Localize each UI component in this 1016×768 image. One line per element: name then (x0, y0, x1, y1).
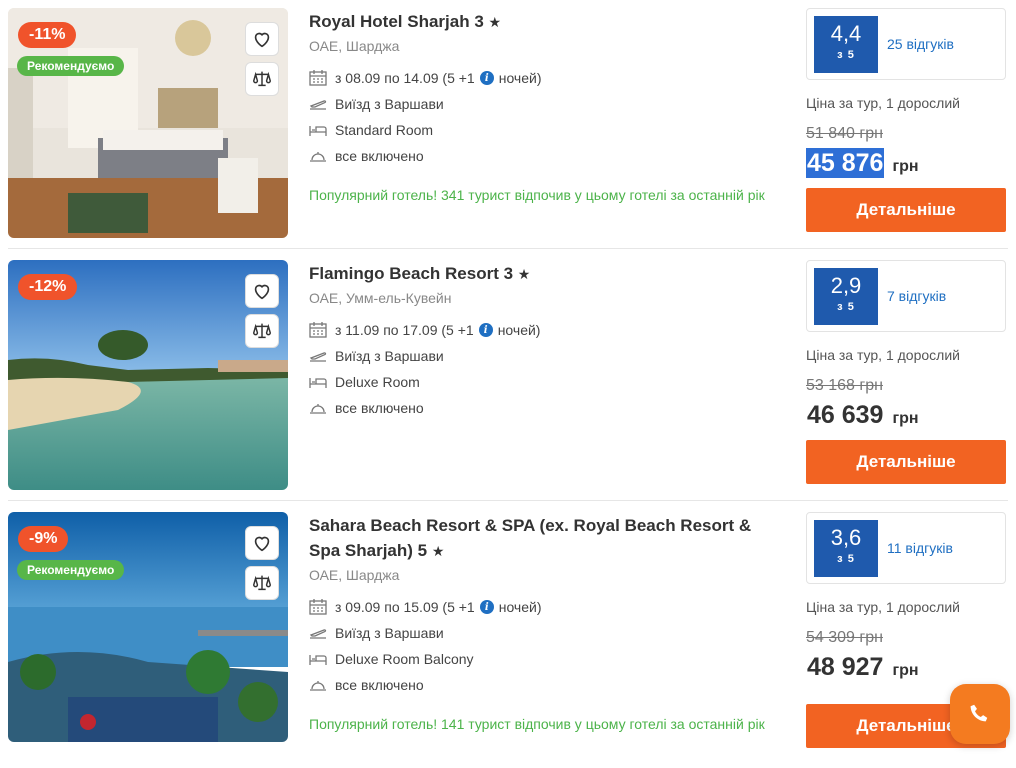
compare-button[interactable] (245, 314, 279, 348)
scales-icon (253, 71, 271, 87)
plane-icon (309, 625, 335, 641)
scales-icon (253, 323, 271, 339)
compare-button[interactable] (245, 566, 279, 600)
bed-icon (309, 651, 335, 667)
hotel-location: ОАЕ, Умм-ель-Кувейн (309, 290, 452, 306)
price-label: Ціна за тур, 1 дорослий (806, 95, 960, 111)
call-button[interactable] (950, 684, 1010, 744)
star-icon: ★ (517, 266, 531, 282)
departure-row: Виїзд з Варшави (309, 91, 779, 117)
scales-icon (253, 575, 271, 591)
hotel-name[interactable]: Sahara Beach Resort & SPA (ex. Royal Bea… (309, 513, 779, 564)
price-label: Ціна за тур, 1 дорослий (806, 599, 960, 615)
plane-icon (309, 96, 335, 112)
hotel-location: ОАЕ, Шарджа (309, 38, 400, 54)
recommended-badge: Рекомендуємо (17, 560, 125, 580)
discount-badge: -11% (18, 22, 77, 48)
dates-row: з 08.09 по 14.09 (5 +1 i ночей) (309, 65, 779, 91)
rating-box: 4,4 з 5 25 відгуків (806, 8, 1006, 80)
meal-row: все включено (309, 395, 779, 421)
hotel-name[interactable]: Flamingo Beach Resort 3 ★ (309, 261, 779, 287)
currency: грн (892, 158, 919, 175)
details-button[interactable]: Детальніше (806, 188, 1006, 232)
rating-box: 2,9 з 5 7 відгуків (806, 260, 1006, 332)
hotel-location: ОАЕ, Шарджа (309, 567, 400, 583)
favorite-button[interactable] (245, 274, 279, 308)
info-icon[interactable]: i (479, 71, 494, 85)
score-badge: 2,9 з 5 (814, 268, 878, 325)
calendar-icon (309, 599, 335, 615)
popular-note: Популярний готель! 141 турист відпочив у… (309, 716, 765, 732)
plane-icon (309, 348, 335, 364)
currency: грн (892, 662, 919, 679)
info-icon[interactable]: i (479, 600, 494, 614)
calendar-icon (309, 70, 335, 86)
old-price: 53 168 грн (806, 377, 883, 394)
cloche-icon (309, 677, 335, 693)
reviews-link[interactable]: 11 відгуків (887, 540, 953, 556)
currency: грн (892, 410, 919, 427)
old-price: 54 309 грн (806, 629, 883, 646)
divider (8, 248, 1008, 249)
heart-icon (254, 536, 270, 552)
heart-icon (254, 32, 270, 48)
bed-icon (309, 122, 335, 138)
old-price: 51 840 грн (806, 125, 883, 142)
star-icon: ★ (431, 543, 445, 559)
favorite-button[interactable] (245, 526, 279, 560)
heart-icon (254, 284, 270, 300)
new-price: 45 876 (806, 148, 885, 178)
price: 46 639 грн (806, 400, 1006, 430)
meal-row: все включено (309, 143, 779, 169)
dates-row: з 11.09 по 17.09 (5 +1 i ночей) (309, 317, 779, 343)
new-price: 48 927 (807, 653, 884, 681)
details-button[interactable]: Детальніше (806, 440, 1006, 484)
departure-row: Виїзд з Варшави (309, 343, 779, 369)
bed-icon (309, 374, 335, 390)
price: 45 876 грн (806, 148, 1006, 178)
cloche-icon (309, 400, 335, 416)
rating-box: 3,6 з 5 11 відгуків (806, 512, 1006, 584)
compare-button[interactable] (245, 62, 279, 96)
divider (8, 500, 1008, 501)
info-icon[interactable]: i (478, 323, 493, 337)
discount-badge: -9% (18, 526, 69, 552)
meal-row: все включено (309, 672, 779, 698)
price-label: Ціна за тур, 1 дорослий (806, 347, 960, 363)
recommended-badge: Рекомендуємо (17, 56, 125, 76)
dates-row: з 09.09 по 15.09 (5 +1 i ночей) (309, 594, 779, 620)
score-badge: 3,6 з 5 (814, 520, 878, 577)
room-row: Standard Room (309, 117, 779, 143)
price: 48 927 грн (806, 652, 1006, 682)
reviews-link[interactable]: 7 відгуків (887, 288, 946, 304)
popular-note: Популярний готель! 341 турист відпочив у… (309, 187, 765, 203)
hotel-name[interactable]: Royal Hotel Sharjah 3 ★ (309, 9, 779, 35)
star-icon: ★ (488, 14, 502, 30)
favorite-button[interactable] (245, 22, 279, 56)
room-row: Deluxe Room (309, 369, 779, 395)
departure-row: Виїзд з Варшави (309, 620, 779, 646)
phone-icon (970, 704, 988, 722)
score-badge: 4,4 з 5 (814, 16, 878, 73)
reviews-link[interactable]: 25 відгуків (887, 36, 954, 52)
room-row: Deluxe Room Balcony (309, 646, 779, 672)
cloche-icon (309, 148, 335, 164)
discount-badge: -12% (18, 274, 78, 300)
new-price: 46 639 (807, 401, 884, 429)
calendar-icon (309, 322, 335, 338)
